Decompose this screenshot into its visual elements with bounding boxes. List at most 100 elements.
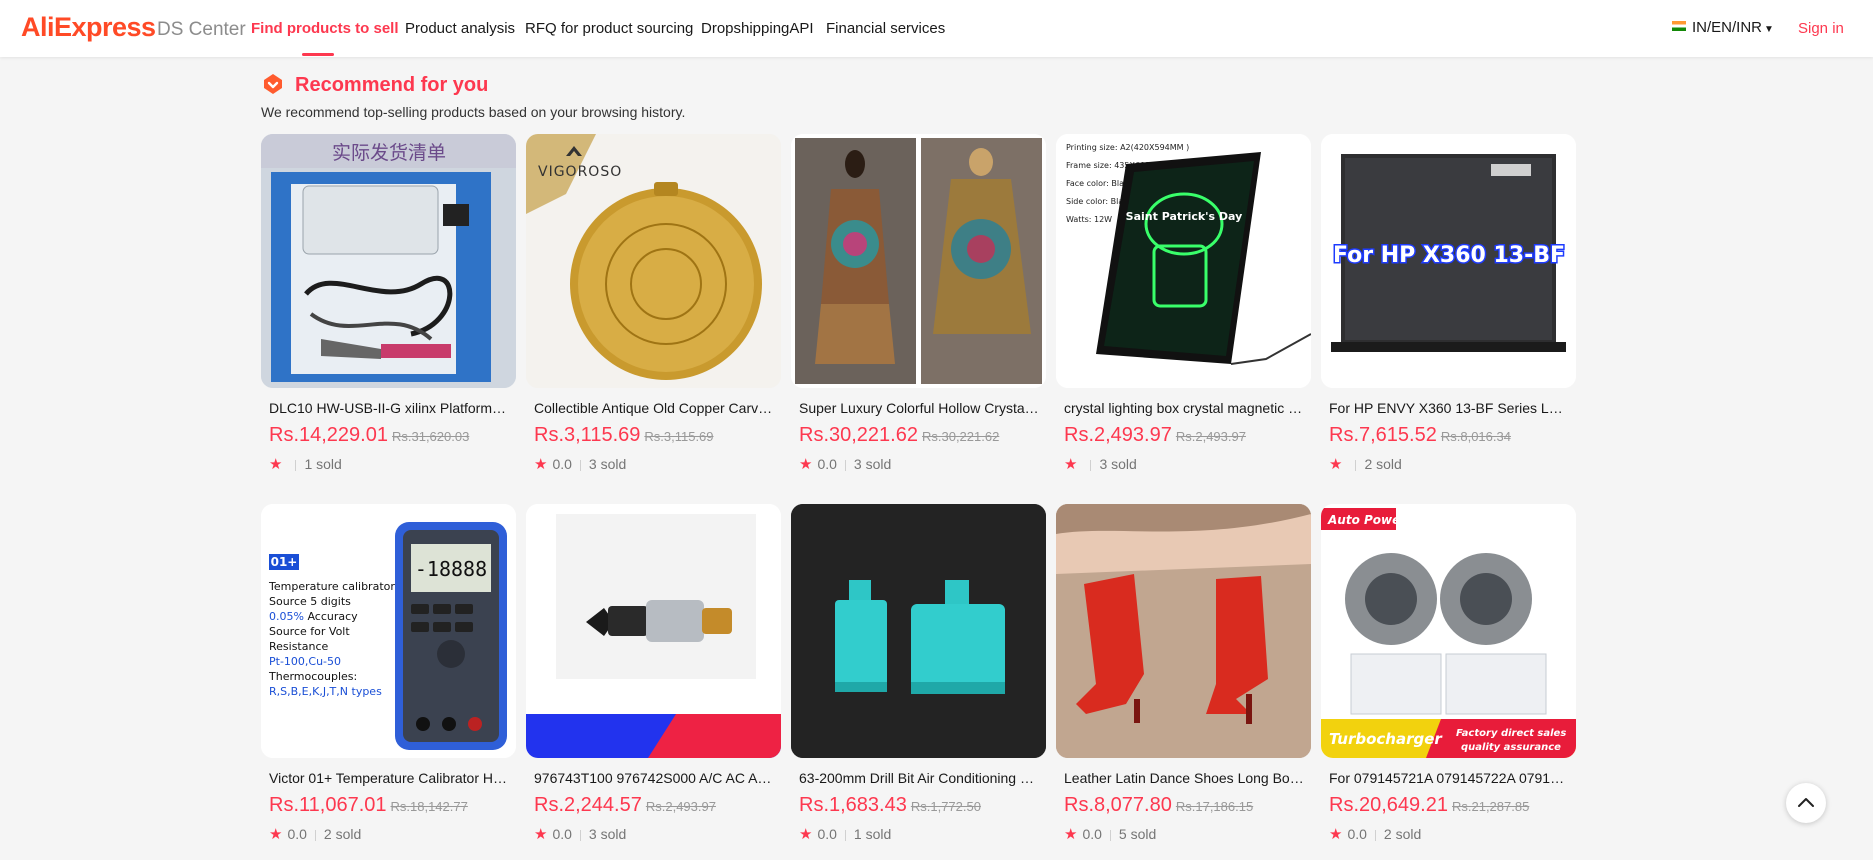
original-price: Rs.2,493.97: [1175, 429, 1246, 444]
product-name[interactable]: DLC10 HW-USB-II-G xilinx Platform Cable …: [269, 400, 509, 416]
product-image[interactable]: Printing size: A2(420X594MM ) Frame size…: [1056, 134, 1311, 388]
product-meta: ★ 0.0 3 sold: [534, 455, 626, 473]
product-meta: ★ 3 sold: [1064, 455, 1137, 473]
original-price: Rs.17,186.15: [1175, 799, 1254, 814]
sold-count: 3 sold: [588, 826, 627, 842]
original-price: Rs.8,016.34: [1440, 429, 1511, 444]
product-image[interactable]: 01+ Temperature calibrator Source 5 digi…: [261, 504, 516, 758]
caret-down-icon: ▼: [1764, 24, 1774, 35]
svg-text:Thermocouples:: Thermocouples:: [268, 670, 357, 683]
active-tab-indicator: [302, 53, 334, 56]
svg-text:Printing size: A2(420X594MM ): Printing size: A2(420X594MM ): [1066, 143, 1189, 152]
product-image[interactable]: [526, 504, 781, 758]
product-price: Rs.2,244.57: [534, 794, 642, 816]
nav-find-products[interactable]: Find products to sell: [251, 20, 399, 37]
back-to-top-button[interactable]: [1786, 783, 1826, 823]
product-image[interactable]: Auto Power Turbocharger Factory direct s…: [1321, 504, 1576, 758]
product-name[interactable]: Super Luxury Colorful Hollow Crystal Fri…: [799, 400, 1039, 416]
product-image-caption: For HP X360 13-BF: [1333, 243, 1565, 268]
aliexpress-logo[interactable]: AliExpress: [21, 12, 156, 43]
product-image-caption: Saint Patrick's Day: [1126, 210, 1243, 223]
price-row: Rs.8,077.80 Rs.17,186.15: [1064, 794, 1253, 817]
chevron-up-icon: [1798, 798, 1814, 807]
price-row: Rs.30,221.62 Rs.30,221.62: [799, 424, 999, 447]
product-image[interactable]: For HP X360 13-BF: [1321, 134, 1576, 388]
svg-text:Source for Volt: Source for Volt: [269, 625, 350, 638]
svg-text:-18888: -18888: [415, 557, 487, 581]
sold-count: 3 sold: [853, 456, 892, 472]
sold-count: 2 sold: [323, 826, 362, 842]
product-name[interactable]: 63-200mm Drill Bit Air Conditioning Wall…: [799, 770, 1039, 786]
product-image[interactable]: 实际发货清单: [261, 134, 516, 388]
sign-in-link[interactable]: Sign in: [1798, 20, 1844, 37]
original-price: Rs.21,287.85: [1451, 799, 1530, 814]
sold-count: 2 sold: [1383, 826, 1422, 842]
original-price: Rs.18,142.77: [390, 799, 468, 814]
original-price: Rs.30,221.62: [921, 429, 1000, 444]
divider: [1374, 829, 1376, 841]
product-meta: ★ 0.0 3 sold: [799, 455, 891, 473]
product-image[interactable]: [791, 504, 1046, 758]
product-price: Rs.14,229.01: [269, 424, 388, 446]
divider: [1109, 829, 1111, 841]
locale-selector[interactable]: IN/EN/INR ▼: [1672, 19, 1774, 36]
rating-value: 0.0: [552, 456, 572, 472]
sold-count: 1 sold: [853, 826, 892, 842]
star-icon: ★: [269, 826, 283, 843]
product-image[interactable]: [791, 134, 1046, 388]
product-name[interactable]: For 079145721A 079145722A 079145721B Tur…: [1329, 770, 1569, 786]
nav-dropshipping-api[interactable]: DropshippingAPI: [701, 20, 814, 37]
svg-text:Pt-100,Cu-50: Pt-100,Cu-50: [269, 655, 341, 668]
product-meta: ★ 0.0 1 sold: [799, 825, 891, 843]
section-subtitle: We recommend top-selling products based …: [261, 104, 686, 120]
star-icon: ★: [534, 456, 548, 473]
product-price: Rs.30,221.62: [799, 424, 918, 446]
rating-value: 0.0: [1347, 826, 1367, 842]
locale-label: IN/EN/INR: [1692, 19, 1763, 36]
nav-product-analysis[interactable]: Product analysis: [405, 20, 515, 37]
svg-text:quality assurance: quality assurance: [1461, 742, 1561, 753]
product-meta: ★ 0.0 5 sold: [1064, 825, 1156, 843]
product-meta: ★ 0.0 2 sold: [1329, 825, 1421, 843]
sold-count: 3 sold: [588, 456, 627, 472]
price-row: Rs.1,683.43 Rs.1,772.50: [799, 794, 981, 817]
product-meta: ★ 2 sold: [1329, 455, 1402, 473]
rating-value: 0.0: [817, 456, 837, 472]
original-price: Rs.2,493.97: [645, 799, 716, 814]
product-image[interactable]: VIGOROSO: [526, 134, 781, 388]
svg-text:R,S,B,E,K,J,T,N types: R,S,B,E,K,J,T,N types: [269, 685, 382, 698]
nav-rfq[interactable]: RFQ for product sourcing: [525, 20, 693, 37]
product-name[interactable]: For HP ENVY X360 13-BF Series Laptop LCD…: [1329, 400, 1569, 416]
divider: [1355, 459, 1357, 471]
star-icon: ★: [799, 456, 813, 473]
product-name[interactable]: 976743T100 976742S000 A/C AC Air Compres…: [534, 770, 774, 786]
sold-count: 5 sold: [1118, 826, 1157, 842]
price-row: Rs.2,493.97 Rs.2,493.97: [1064, 424, 1246, 447]
divider: [314, 829, 316, 841]
product-image-caption: 实际发货清单: [332, 142, 446, 164]
sold-count: 1 sold: [304, 456, 342, 472]
product-image-caption: 01+: [271, 555, 298, 569]
divider: [844, 459, 846, 471]
star-icon: ★: [799, 826, 813, 843]
product-name[interactable]: Victor 01+ Temperature Calibrator High P…: [269, 770, 509, 786]
product-image[interactable]: [1056, 504, 1311, 758]
product-price: Rs.3,115.69: [534, 424, 641, 446]
product-price: Rs.2,493.97: [1064, 424, 1172, 446]
rating-value: 0.0: [817, 826, 837, 842]
product-image-caption: Auto Power: [1327, 513, 1407, 527]
divider: [579, 459, 581, 471]
price-row: Rs.3,115.69 Rs.3,115.69: [534, 424, 714, 447]
nav-financial-services[interactable]: Financial services: [826, 20, 945, 37]
star-icon: ★: [1329, 826, 1343, 843]
product-name[interactable]: Collectible Antique Old Copper Carved Po…: [534, 400, 774, 416]
rating-value: 0.0: [1082, 826, 1102, 842]
ds-center-label[interactable]: DS Center: [157, 19, 246, 41]
product-name[interactable]: Leather Latin Dance Shoes Long Boots Wom…: [1064, 770, 1304, 786]
star-icon: ★: [269, 456, 283, 473]
divider: [1090, 459, 1092, 471]
svg-text:Watts: 12W: Watts: 12W: [1066, 215, 1112, 224]
svg-text:Source 5 digits: Source 5 digits: [269, 595, 351, 608]
product-name[interactable]: crystal lighting box crystal magnetic le…: [1064, 400, 1304, 416]
star-icon: ★: [1064, 826, 1078, 843]
